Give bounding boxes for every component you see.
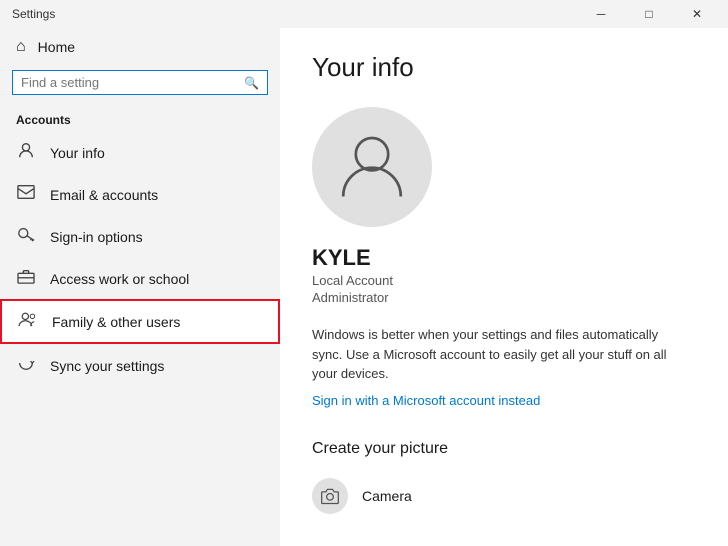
- camera-label: Camera: [362, 488, 412, 504]
- home-icon: ⌂: [16, 38, 26, 56]
- sidebar-item-home[interactable]: ⌂ Home: [0, 28, 280, 66]
- sidebar-item-your-info[interactable]: Your info: [0, 131, 280, 174]
- accounts-section-label: Accounts: [0, 107, 280, 131]
- minimize-button[interactable]: ─: [578, 0, 624, 28]
- camera-icon: [312, 478, 348, 514]
- search-input[interactable]: [21, 75, 238, 90]
- page-title: Your info: [312, 52, 696, 83]
- camera-option[interactable]: Camera: [312, 474, 696, 518]
- sidebar-item-label: Family & other users: [52, 314, 180, 330]
- titlebar-controls: ─ □ ✕: [578, 0, 720, 28]
- avatar-icon: [336, 129, 408, 206]
- sidebar-item-label: Sync your settings: [50, 358, 164, 374]
- sidebar: ⌂ Home 🔍 Accounts Your info: [0, 28, 280, 546]
- search-box: 🔍: [12, 70, 268, 95]
- restore-button[interactable]: □: [626, 0, 672, 28]
- sidebar-item-sync[interactable]: Sync your settings: [0, 344, 280, 387]
- titlebar-title: Settings: [12, 7, 55, 21]
- sidebar-item-label: Access work or school: [50, 271, 189, 287]
- people-icon: [18, 311, 38, 332]
- sidebar-home-label: Home: [38, 39, 75, 55]
- sidebar-item-label: Email & accounts: [50, 187, 158, 203]
- close-button[interactable]: ✕: [674, 0, 720, 28]
- titlebar: Settings ─ □ ✕: [0, 0, 728, 28]
- main-content: Your info KYLE Local Account Administrat…: [280, 28, 728, 546]
- create-picture-title: Create your picture: [312, 440, 696, 458]
- user-type: Administrator: [312, 290, 696, 305]
- app-body: ⌂ Home 🔍 Accounts Your info: [0, 28, 728, 546]
- user-name: KYLE: [312, 245, 696, 271]
- info-text: Windows is better when your settings and…: [312, 325, 692, 384]
- sidebar-item-email-accounts[interactable]: Email & accounts: [0, 174, 280, 215]
- key-icon: [16, 225, 36, 248]
- sync-icon: [16, 354, 36, 377]
- sidebar-item-label: Sign-in options: [50, 229, 143, 245]
- person-icon: [16, 141, 36, 164]
- sidebar-item-label: Your info: [50, 145, 105, 161]
- email-icon: [16, 184, 36, 205]
- briefcase-icon: [16, 268, 36, 289]
- search-icon: 🔍: [244, 76, 259, 90]
- user-role: Local Account: [312, 273, 696, 288]
- sidebar-item-family-users[interactable]: Family & other users: [0, 299, 280, 344]
- microsoft-account-link[interactable]: Sign in with a Microsoft account instead: [312, 393, 540, 408]
- avatar: [312, 107, 432, 227]
- sidebar-item-access-work[interactable]: Access work or school: [0, 258, 280, 299]
- sidebar-item-sign-in[interactable]: Sign-in options: [0, 215, 280, 258]
